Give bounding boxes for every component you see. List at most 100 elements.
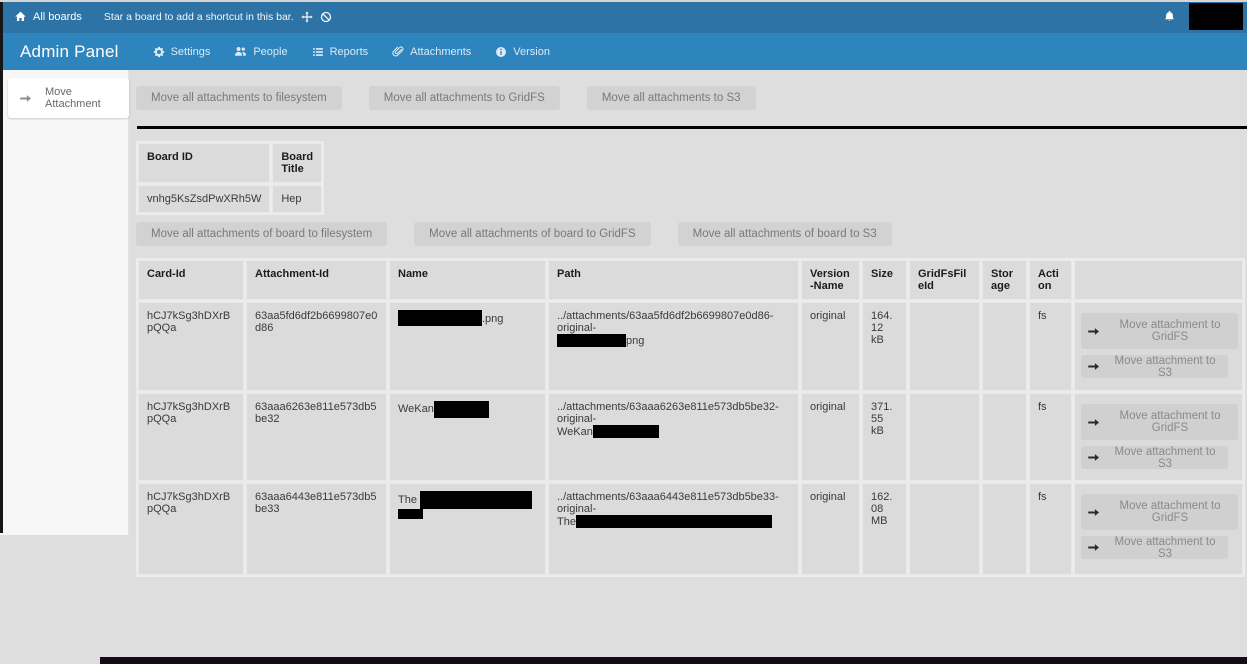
arrow-right-icon	[1087, 541, 1100, 554]
path-header: Path	[548, 260, 799, 300]
wekan-admin-panel-screen: All boards Star a board to add a shortcu…	[0, 0, 1247, 664]
action-cell: fs	[1029, 393, 1072, 481]
storage-header: Storage	[982, 260, 1027, 300]
attachments-table: Card-Id Attachment-Id Name Path Version-…	[136, 258, 1245, 577]
row-button-label: Move attachment to GridFS	[1108, 410, 1232, 434]
version-name-cell: original	[801, 483, 860, 575]
gear-icon	[153, 46, 165, 58]
card-id-header: Card-Id	[138, 260, 244, 300]
attachment-id-cell: 63aa5fd6df2b6699807e0d86	[246, 302, 387, 391]
menu-label-version: Version	[513, 46, 550, 58]
move-icon	[301, 11, 313, 23]
gridfsfileid-cell	[909, 483, 980, 575]
sidebar-item-move-attachment[interactable]: Move Attachment	[8, 78, 129, 118]
version-name-cell: original	[801, 302, 860, 391]
row-buttons-cell: Move attachment to GridFS Move attachmen…	[1074, 393, 1243, 481]
left-edge-bar	[0, 2, 3, 533]
board-table: Board ID Board Title vnhg5KsZsdPwXRh5W H…	[136, 141, 324, 215]
menu-label-settings: Settings	[171, 46, 211, 58]
name-header: Name	[389, 260, 546, 300]
move-attachment-to-gridfs-button[interactable]: Move attachment to GridFS	[1081, 313, 1238, 349]
row-button-label: Move attachment to S3	[1108, 355, 1222, 379]
move-all-to-gridfs-button[interactable]: Move all attachments to GridFS	[369, 86, 560, 110]
move-attachment-to-s3-button[interactable]: Move attachment to S3	[1081, 446, 1228, 469]
arrow-right-icon	[1087, 360, 1100, 373]
size-cell: 164.12 kB	[862, 302, 907, 391]
home-icon	[14, 10, 27, 23]
attachment-row: hCJ7kSg3hDXrBpQQa 63aaa6263e811e573db5be…	[138, 393, 1243, 481]
row-button-label: Move attachment to GridFS	[1108, 319, 1232, 343]
card-id-cell: hCJ7kSg3hDXrBpQQa	[138, 393, 244, 481]
menu-item-reports[interactable]: Reports	[312, 46, 369, 58]
path-line1: ../attachments/63aa5fd6df2b6699807e0d86-…	[557, 310, 774, 334]
action-cell: fs	[1029, 483, 1072, 575]
info-icon	[495, 46, 507, 58]
row-button-label: Move attachment to GridFS	[1108, 500, 1232, 524]
users-icon	[234, 45, 247, 58]
move-board-to-gridfs-button[interactable]: Move all attachments of board to GridFS	[414, 222, 650, 246]
version-name-header: Version-Name	[801, 260, 860, 300]
attachment-row: hCJ7kSg3hDXrBpQQa 63aa5fd6df2b6699807e0d…	[138, 302, 1243, 391]
board-id-cell: vnhg5KsZsdPwXRh5W	[138, 185, 270, 213]
menu-label-reports: Reports	[330, 46, 369, 58]
move-board-to-s3-button[interactable]: Move all attachments of board to S3	[678, 222, 892, 246]
move-attachment-to-s3-button[interactable]: Move attachment to S3	[1081, 536, 1228, 559]
action-cell: fs	[1029, 302, 1072, 391]
row-button-label: Move attachment to S3	[1108, 536, 1222, 560]
gridfsfileid-header: GridFsFileId	[909, 260, 980, 300]
storage-cell	[982, 302, 1027, 391]
redacted-text	[420, 491, 532, 509]
top-navigation-bar: All boards Star a board to add a shortcu…	[0, 0, 1247, 33]
board-id-header: Board ID	[138, 143, 270, 183]
redacted-text	[576, 515, 772, 528]
path-cell: ../attachments/63aa5fd6df2b6699807e0d86-…	[548, 302, 799, 391]
name-cell: .png	[389, 302, 546, 391]
attachment-row: hCJ7kSg3hDXrBpQQa 63aaa6443e811e573db5be…	[138, 483, 1243, 575]
arrow-right-icon	[1087, 416, 1100, 429]
menu-item-settings[interactable]: Settings	[153, 46, 211, 58]
name-prefix: WeKan	[398, 403, 434, 415]
move-all-to-filesystem-button[interactable]: Move all attachments to filesystem	[136, 86, 342, 110]
move-attachment-to-s3-button[interactable]: Move attachment to S3	[1081, 355, 1228, 378]
board-title-cell: Hep	[272, 185, 322, 213]
bell-icon[interactable]	[1163, 10, 1176, 23]
path-cell: ../attachments/63aaa6263e811e573db5be32-…	[548, 393, 799, 481]
row-button-label: Move attachment to S3	[1108, 446, 1222, 470]
version-name-cell: original	[801, 393, 860, 481]
size-cell: 371.55 kB	[862, 393, 907, 481]
menu-item-attachments[interactable]: Attachments	[392, 46, 471, 58]
paperclip-icon	[392, 46, 404, 58]
list-icon	[312, 46, 324, 58]
menu-item-version[interactable]: Version	[495, 46, 550, 58]
star-hint-text: Star a board to add a shortcut in this b…	[104, 11, 294, 23]
redacted-text	[557, 334, 626, 347]
move-attachment-to-gridfs-button[interactable]: Move attachment to GridFS	[1081, 404, 1238, 440]
card-id-cell: hCJ7kSg3hDXrBpQQa	[138, 302, 244, 391]
all-boards-label: All boards	[33, 11, 82, 23]
attachment-id-header: Attachment-Id	[246, 260, 387, 300]
arrow-right-icon	[19, 92, 32, 105]
board-actions-row: Move all attachments of board to filesys…	[136, 222, 1247, 246]
main-content: Move all attachments to filesystem Move …	[136, 70, 1247, 577]
move-attachment-to-gridfs-button[interactable]: Move attachment to GridFS	[1081, 494, 1238, 530]
attachments-header-row: Card-Id Attachment-Id Name Path Version-…	[138, 260, 1243, 300]
arrow-right-icon	[1087, 325, 1100, 338]
redacted-text	[398, 310, 482, 326]
path-line1: ../attachments/63aaa6443e811e573db5be33-…	[557, 491, 779, 515]
sidebar: Move Attachment	[0, 70, 129, 535]
user-menu-redacted[interactable]	[1189, 3, 1243, 30]
all-boards-link[interactable]: All boards	[14, 10, 82, 23]
star-board-hint: Star a board to add a shortcut in this b…	[104, 11, 332, 23]
name-prefix: The	[398, 494, 420, 506]
path-suffix: png	[626, 335, 644, 347]
divider-rule	[137, 126, 1247, 129]
path-prefix: WeKan	[557, 426, 593, 438]
menu-item-people[interactable]: People	[234, 45, 287, 58]
row-buttons-cell: Move attachment to GridFS Move attachmen…	[1074, 483, 1243, 575]
move-board-to-filesystem-button[interactable]: Move all attachments of board to filesys…	[136, 222, 387, 246]
size-cell: 162.08 MB	[862, 483, 907, 575]
global-actions-row: Move all attachments to filesystem Move …	[136, 86, 1247, 110]
topbar-right-group	[1163, 3, 1247, 30]
arrow-right-icon	[1087, 506, 1100, 519]
move-all-to-s3-button[interactable]: Move all attachments to S3	[587, 86, 756, 110]
